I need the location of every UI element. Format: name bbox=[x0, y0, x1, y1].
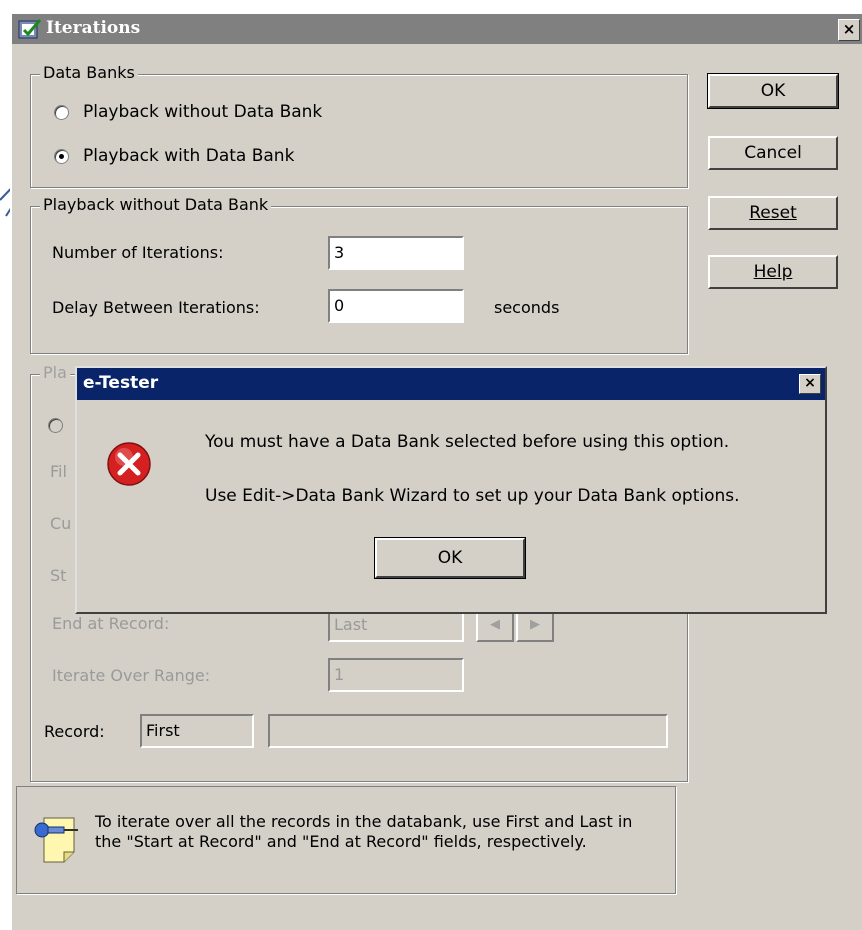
dialog-close-button[interactable]: × bbox=[799, 374, 821, 394]
delay-input[interactable]: 0 bbox=[328, 289, 464, 323]
cancel-button[interactable]: Cancel bbox=[708, 136, 838, 170]
window-close-button[interactable]: × bbox=[838, 19, 860, 41]
with-bank-legend: Pla bbox=[40, 363, 70, 382]
radio-playback-without-bank[interactable]: Playback without Data Bank bbox=[54, 102, 322, 122]
radio-playback-with-bank[interactable]: Playback with Data Bank bbox=[54, 146, 294, 166]
delay-label: Delay Between Iterations: bbox=[52, 298, 260, 317]
dialog-title: e-Tester bbox=[83, 373, 159, 393]
without-bank-group bbox=[30, 206, 688, 354]
radio-label: Playback with Data Bank bbox=[83, 146, 295, 166]
dialog-message-line1: You must have a Data Bank selected befor… bbox=[205, 432, 730, 452]
iterate-range-input[interactable]: 1 bbox=[328, 658, 464, 692]
ok-button[interactable]: OK bbox=[707, 73, 839, 109]
reset-button[interactable]: Reset bbox=[708, 196, 838, 230]
pushpin-note-icon bbox=[34, 817, 78, 863]
radio-dot bbox=[54, 104, 69, 120]
reset-label: Reset bbox=[749, 203, 797, 223]
help-label: Help bbox=[753, 262, 793, 282]
record-detail bbox=[268, 714, 668, 748]
record-label: Record: bbox=[44, 722, 105, 741]
error-dialog: e-Tester × You must have a Data Bank sel… bbox=[75, 366, 827, 614]
iterations-input[interactable]: 3 bbox=[328, 236, 464, 270]
window-title: Iterations bbox=[46, 18, 141, 38]
iterations-label: Number of Iterations: bbox=[52, 243, 224, 262]
data-banks-legend: Data Banks bbox=[40, 63, 138, 82]
with-bank-radio[interactable] bbox=[48, 418, 63, 433]
record-value: First bbox=[140, 714, 254, 748]
help-button[interactable]: Help bbox=[708, 255, 838, 289]
dialog-titlebar: e-Tester × bbox=[77, 368, 825, 400]
file-label-fragment: Fil bbox=[50, 462, 67, 481]
hint-text: To iterate over all the records in the d… bbox=[95, 812, 633, 851]
window-titlebar: Iterations × bbox=[12, 14, 862, 44]
end-record-label: End at Record: bbox=[52, 614, 170, 633]
without-bank-legend: Playback without Data Bank bbox=[40, 195, 272, 214]
error-icon bbox=[107, 442, 151, 486]
dialog-message-line2: Use Edit->Data Bank Wizard to set up you… bbox=[205, 486, 740, 506]
delay-unit: seconds bbox=[494, 298, 560, 317]
start-label-fragment: St bbox=[50, 566, 67, 585]
radio-dot-selected bbox=[54, 148, 69, 164]
dialog-ok-button[interactable]: OK bbox=[374, 537, 526, 579]
current-label-fragment: Cu bbox=[50, 514, 72, 533]
radio-label: Playback without Data Bank bbox=[83, 102, 323, 122]
iterate-range-label: Iterate Over Range: bbox=[52, 666, 211, 685]
iterations-app-icon bbox=[18, 19, 42, 39]
data-banks-group bbox=[30, 74, 688, 188]
